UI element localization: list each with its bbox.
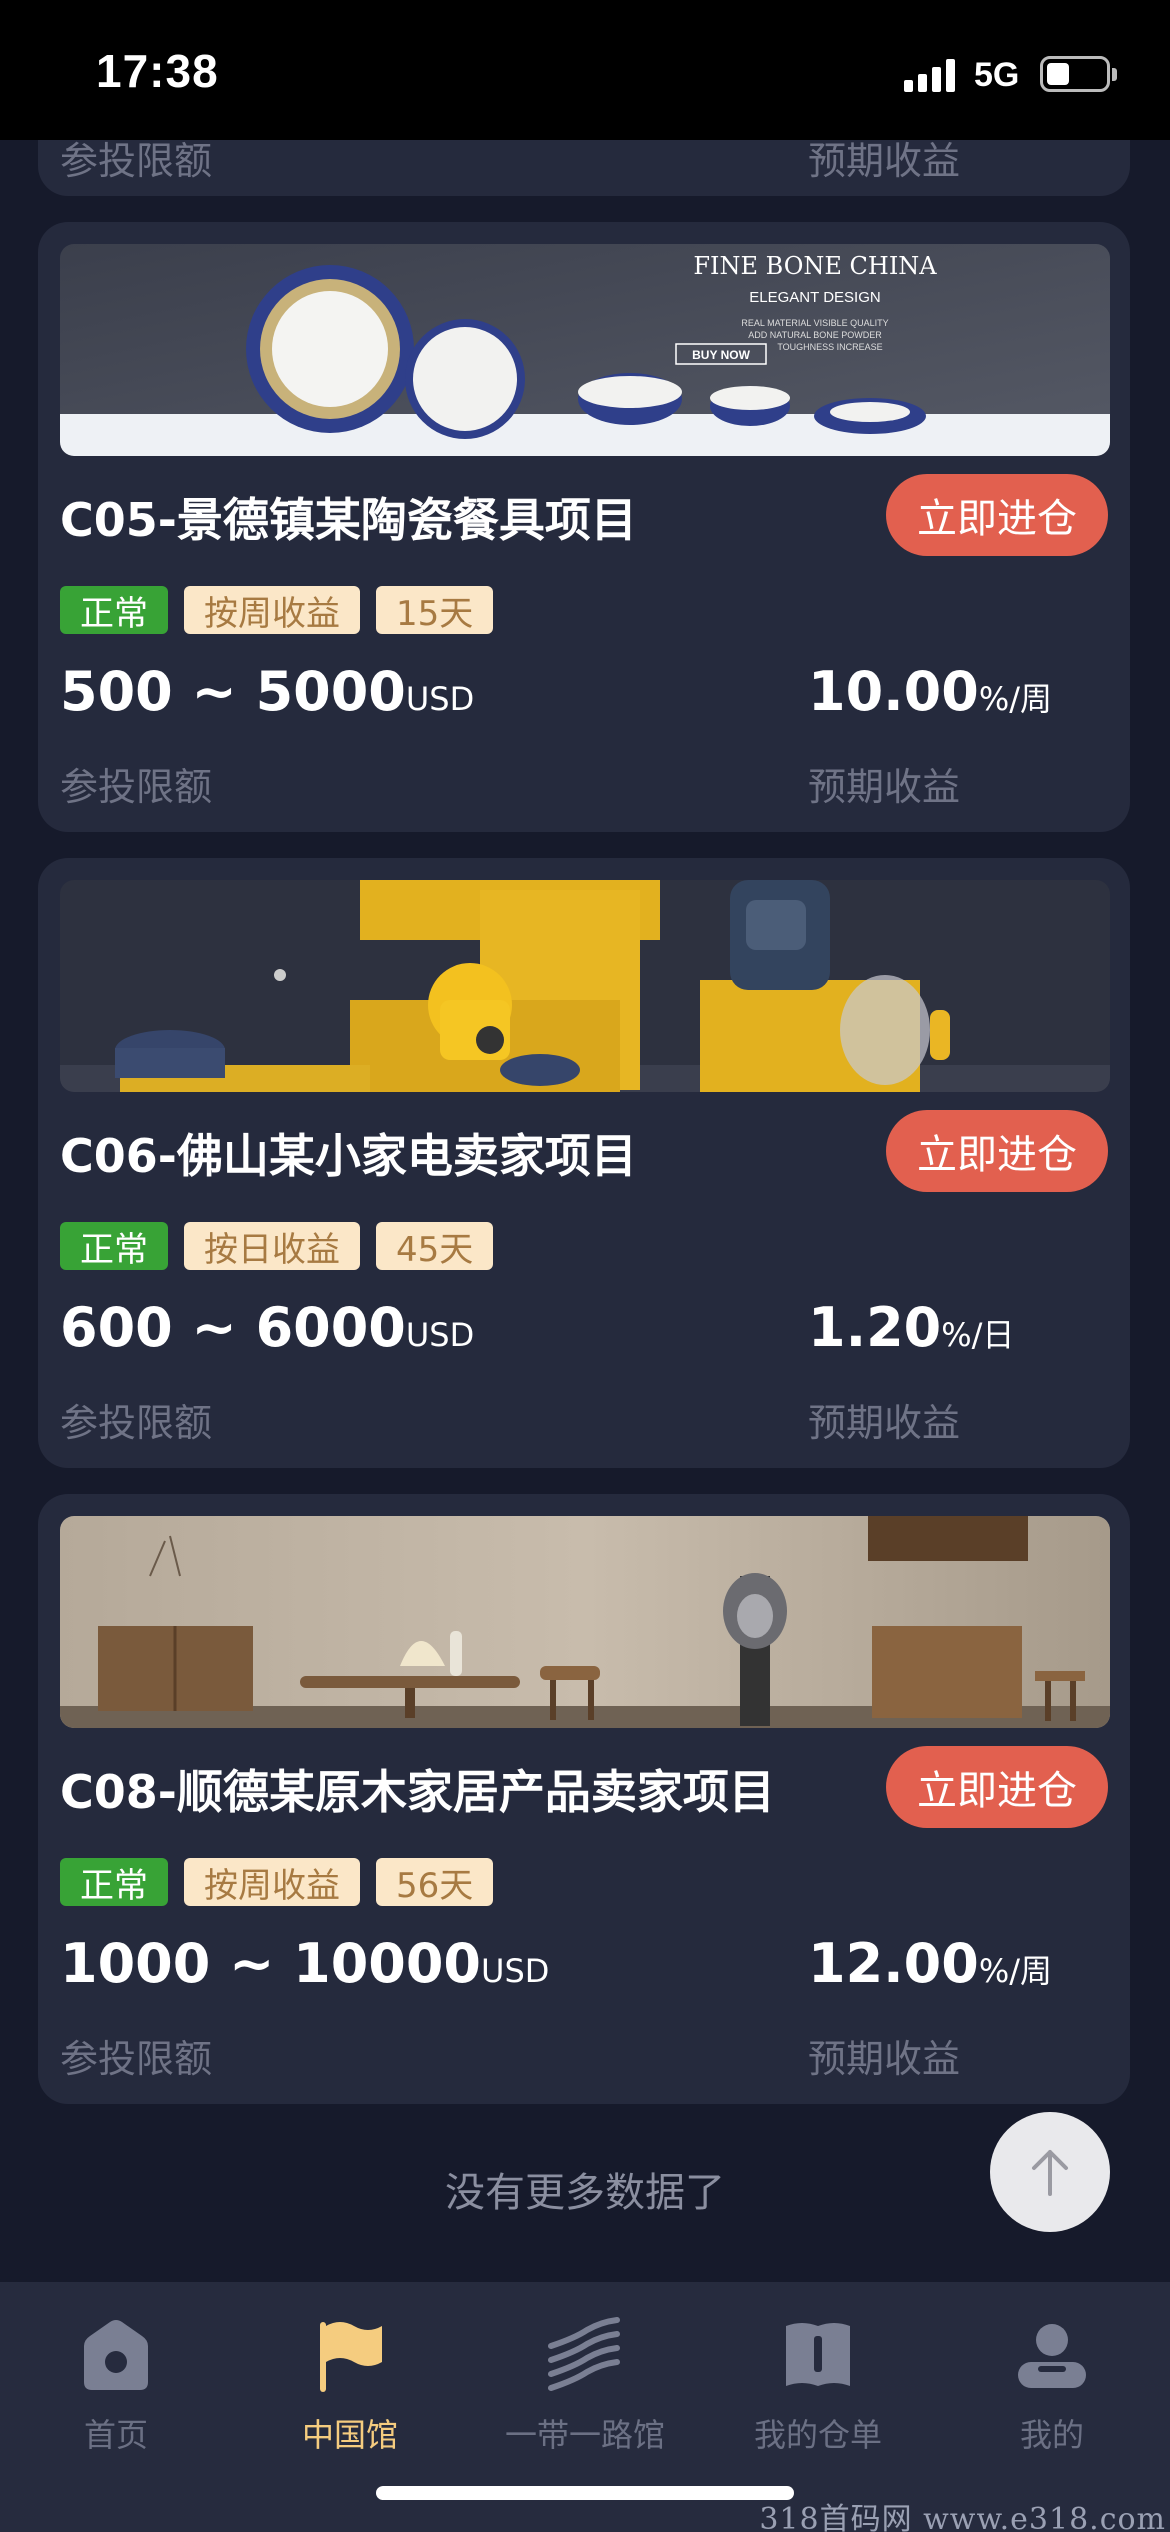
status-time: 17:38: [96, 45, 219, 97]
status-tag: 正常: [60, 586, 168, 634]
payout-tag: 按周收益: [184, 1858, 360, 1906]
limit-label: 参投限额: [60, 2037, 213, 2081]
home-indicator: [376, 2486, 794, 2500]
arrow-up-icon: [1032, 2150, 1068, 2196]
tag-row: 正常 按周收益 15天: [60, 586, 494, 634]
product-title: C05-景德镇某陶瓷餐具项目: [60, 493, 637, 547]
product-title: C08-顺德某原木家居产品卖家项目: [60, 1765, 775, 1819]
banner-line1: REAL MATERIAL VISIBLE QUALITY: [741, 318, 888, 328]
tab-label: 一带一路馆: [504, 2416, 665, 2454]
expected-yield: 12.00%/周: [808, 1932, 1053, 1995]
banner-subtitle: ELEGANT DESIGN: [749, 289, 880, 306]
book-icon: [786, 2323, 850, 2386]
product-card-c08[interactable]: C08-顺德某原木家居产品卖家项目 立即进仓 正常 按周收益 56天 1000 …: [38, 1494, 1130, 2104]
investment-range: 1000 ~ 10000USD: [60, 1932, 550, 1995]
tab-label: 我的: [1019, 2416, 1084, 2454]
expected-yield: 1.20%/日: [808, 1296, 1015, 1359]
banner-cta: BUY NOW: [692, 348, 750, 362]
network-type: 5G: [974, 56, 1020, 94]
product-card-c05[interactable]: FINE BONE CHINA ELEGANT DESIGN REAL MATE…: [38, 222, 1130, 832]
product-banner-ceramics: FINE BONE CHINA ELEGANT DESIGN REAL MATE…: [60, 244, 1110, 456]
limit-label: 参投限额: [60, 1401, 213, 1445]
status-tag: 正常: [60, 1858, 168, 1906]
expected-label: 预期收益: [808, 1401, 961, 1445]
expected-label: 预期收益: [808, 765, 961, 809]
invest-button[interactable]: 立即进仓: [886, 1746, 1108, 1828]
product-banner-appliances: [60, 880, 1110, 1092]
tab-label: 我的仓单: [753, 2416, 882, 2454]
duration-tag: 56天: [376, 1858, 494, 1906]
invest-button[interactable]: 立即进仓: [886, 1110, 1108, 1192]
payout-tag: 按周收益: [184, 586, 360, 634]
investment-range: 500 ~ 5000USD: [60, 660, 475, 723]
tag-row: 正常 按日收益 45天: [60, 1222, 494, 1270]
invest-button[interactable]: 立即进仓: [886, 474, 1108, 556]
tab-label: 首页: [83, 2416, 148, 2454]
tab-belt-road-pavilion[interactable]: 一带一路馆: [495, 2300, 675, 2470]
product-title: C06-佛山某小家电卖家项目: [60, 1129, 637, 1183]
duration-tag: 45天: [376, 1222, 494, 1270]
duration-tag: 15天: [376, 586, 494, 634]
status-tag: 正常: [60, 1222, 168, 1270]
flag-icon: [320, 2322, 382, 2392]
expected-yield: 10.00%/周: [808, 660, 1053, 723]
payout-tag: 按日收益: [184, 1222, 360, 1270]
signal-icon: [904, 58, 958, 92]
investment-range: 600 ~ 6000USD: [60, 1296, 475, 1359]
tab-home[interactable]: 首页: [26, 2300, 206, 2470]
tab-my-warehouse[interactable]: 我的仓单: [728, 2300, 908, 2470]
user-icon: [1018, 2324, 1086, 2388]
watermark-text: 318首码网 www.e318.com: [759, 2502, 1166, 2532]
waves-icon: [548, 2317, 620, 2391]
tag-row: 正常 按周收益 56天: [60, 1858, 494, 1906]
product-banner-furniture: [60, 1516, 1110, 1728]
status-bar: 17:38 5G: [0, 0, 1170, 140]
banner-line2: ADD NATURAL BONE POWDER: [748, 330, 882, 340]
home-icon: [84, 2320, 148, 2390]
tab-profile[interactable]: 我的: [962, 2300, 1142, 2470]
battery-icon: [1040, 56, 1117, 92]
product-card-c06[interactable]: C06-佛山某小家电卖家项目 立即进仓 正常 按日收益 45天 600 ~ 60…: [38, 858, 1130, 1468]
scroll-to-top-button[interactable]: [990, 2112, 1110, 2232]
expected-label: 预期收益: [808, 2037, 961, 2081]
banner-title: FINE BONE CHINA: [693, 252, 937, 280]
banner-line3: TOUGHNESS INCREASE: [777, 342, 882, 352]
tab-china-pavilion[interactable]: 中国馆: [260, 2300, 440, 2470]
limit-label: 参投限额: [60, 765, 213, 809]
tab-label: 中国馆: [301, 2416, 398, 2454]
